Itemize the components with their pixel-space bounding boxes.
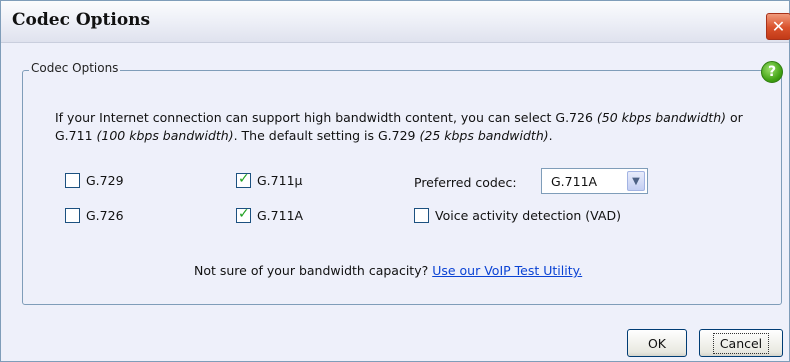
- cancel-label: Cancel: [712, 332, 770, 354]
- cancel-button[interactable]: Cancel: [699, 329, 783, 357]
- vad-label: Voice activity detection (VAD): [435, 208, 621, 223]
- g729-checkbox-box[interactable]: [65, 173, 80, 188]
- ok-label: OK: [647, 335, 667, 351]
- g711u-label: G.711µ: [257, 173, 303, 188]
- help-icon[interactable]: ?: [761, 61, 783, 83]
- g711a-checkbox-box[interactable]: [236, 206, 251, 223]
- bandwidth-question: Not sure of your bandwidth capacity? Use…: [194, 263, 582, 278]
- g726-label: G.726: [86, 208, 124, 223]
- title-bar[interactable]: Codec Options ✕: [1, 1, 790, 43]
- ok-button[interactable]: OK: [627, 329, 687, 357]
- g711a-label: G.711A: [257, 208, 304, 223]
- g726-checkbox[interactable]: G.726: [65, 208, 124, 223]
- close-icon: ✕: [771, 17, 786, 36]
- chevron-down-icon: ▼: [632, 175, 640, 187]
- desc-italic-2: (100 kbps bandwidth): [96, 128, 234, 143]
- g729-label: G.729: [86, 173, 124, 188]
- desc-italic-3: (25 kbps bandwidth): [419, 128, 549, 143]
- vad-checkbox-box[interactable]: [414, 208, 429, 223]
- help-symbol: ?: [767, 64, 777, 80]
- group-legend: Codec Options: [29, 61, 121, 75]
- g729-checkbox[interactable]: G.729: [65, 173, 124, 188]
- desc-text-1: If your Internet connection can support …: [55, 110, 597, 125]
- close-button[interactable]: ✕: [766, 13, 790, 40]
- g711u-checkbox-box[interactable]: [236, 171, 251, 188]
- desc-italic-1: (50 kbps bandwidth): [596, 110, 727, 125]
- bandwidth-description: If your Internet connection can support …: [55, 109, 755, 145]
- desc-text-4: .: [548, 128, 553, 143]
- dropdown-arrow[interactable]: ▼: [627, 171, 645, 191]
- dialog-title: Codec Options: [12, 10, 151, 30]
- codec-options-dialog: Codec Options ✕ Codec Options ? If your …: [0, 0, 790, 362]
- preferred-codec-label: Preferred codec:: [414, 175, 517, 190]
- g711u-checkbox[interactable]: G.711µ: [236, 171, 303, 188]
- g726-checkbox-box[interactable]: [65, 208, 80, 223]
- g711a-checkbox[interactable]: G.711A: [236, 206, 304, 223]
- bandwidth-question-text: Not sure of your bandwidth capacity?: [194, 263, 433, 278]
- vad-checkbox[interactable]: Voice activity detection (VAD): [414, 208, 621, 223]
- voip-test-link[interactable]: Use our VoIP Test Utility.: [432, 263, 582, 278]
- desc-text-3: . The default setting is G.729: [233, 128, 420, 143]
